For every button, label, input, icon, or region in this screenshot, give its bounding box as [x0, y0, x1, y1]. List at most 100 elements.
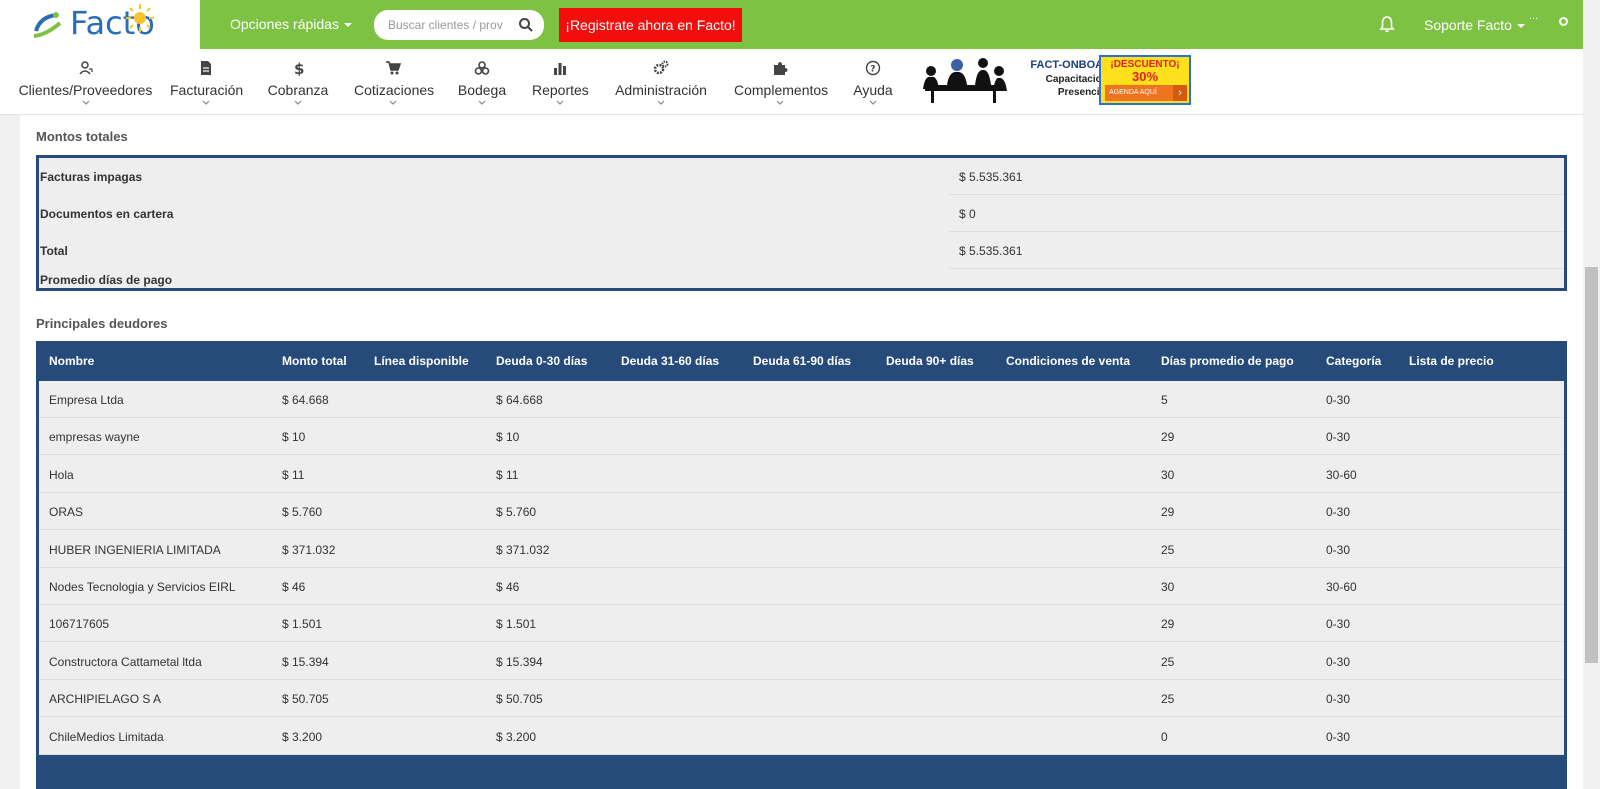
totals-row: Total $ 5.535.361: [39, 232, 1564, 269]
user-name: Soporte Facto: [1424, 17, 1512, 33]
table-cell-cat: 0-30: [1326, 505, 1351, 520]
table-cell-cat: 0-30: [1326, 729, 1351, 744]
totals-label: Facturas impagas: [40, 170, 143, 184]
nav-label: Bodega: [457, 82, 507, 98]
column-header[interactable]: Deuda 61-90 días: [753, 354, 851, 368]
totals-value: $ 5.535.361: [959, 244, 1023, 258]
debtors-table: Nombre Monto total Línea disponible Deud…: [36, 341, 1567, 789]
table-cell-nombre[interactable]: Hola: [49, 468, 74, 482]
table-cell-monto: $ 15.394: [282, 654, 329, 669]
column-header[interactable]: Línea disponible: [374, 354, 469, 368]
table-cell-nombre[interactable]: Constructora Cattametal ltda: [49, 655, 202, 669]
table-cell-dias: 0: [1161, 729, 1168, 744]
table-cell-nombre[interactable]: 106717605: [49, 617, 109, 631]
quick-options-dropdown[interactable]: Opciones rápidas: [230, 16, 352, 32]
column-header[interactable]: Lista de precio: [1409, 354, 1494, 368]
top-bar: Facto Opciones rápidas ¡Registrate ahora…: [0, 0, 1583, 49]
caret-down-icon: [343, 23, 352, 28]
table-row: ORAS $ 5.760 $ 5.760 29 0-30: [39, 493, 1564, 531]
register-button[interactable]: ¡Registrate ahora en Facto!: [559, 8, 742, 42]
totals-table: Facturas impagas $ 5.535.361 Documentos …: [36, 155, 1567, 291]
table-cell-monto: $ 5.760: [282, 505, 323, 520]
banner-agenda-button[interactable]: AGENDA AQUÍ: [1105, 85, 1187, 101]
quick-options-label: Opciones rápidas: [230, 16, 339, 32]
table-cell-cat: 0-30: [1326, 393, 1351, 407]
table-cell-d030: $ 15.394: [496, 654, 543, 669]
search-input[interactable]: [388, 16, 508, 34]
user-menu[interactable]: Soporte Facto: [1424, 17, 1525, 33]
search-icon[interactable]: [518, 17, 534, 33]
table-cell-d030: $ 371.032: [496, 542, 550, 557]
meeting-people-illustration: [923, 58, 1007, 103]
table-cell-nombre[interactable]: ChileMedios Limitada: [49, 730, 164, 744]
table-cell-dias: 29: [1161, 505, 1175, 520]
nav-label: Administración: [615, 82, 707, 98]
puzzle-icon: [774, 62, 788, 75]
totals-value: $ 0: [959, 207, 976, 221]
avatar[interactable]: ...: [1529, 10, 1557, 24]
column-header[interactable]: Deuda 90+ días: [886, 354, 974, 368]
nav-clientes-proveedores[interactable]: Clientes/Proveedores: [15, 49, 156, 115]
bell-icon[interactable]: [1379, 15, 1395, 33]
nav-bodega[interactable]: Bodega: [457, 49, 507, 115]
scrollbar-thumb[interactable]: [1585, 267, 1598, 663]
totals-title: Montos totales: [36, 129, 128, 144]
onboard-promo-banner[interactable]: FACT-ONBOARD Capacitaciones Presenciales…: [913, 53, 1194, 107]
nav-reportes[interactable]: Reportes: [532, 49, 589, 115]
logo[interactable]: Facto: [0, 0, 200, 49]
totals-value-cell: $ 5.535.361: [949, 232, 1564, 269]
vertical-scrollbar[interactable]: [1583, 0, 1600, 789]
boxes-icon: [474, 61, 490, 75]
table-cell-dias: 25: [1161, 542, 1175, 557]
table-cell-monto: $ 46: [282, 580, 306, 594]
table-cell-nombre[interactable]: ORAS: [49, 505, 83, 519]
svg-text:$: $: [294, 60, 304, 76]
column-header[interactable]: Días promedio de pago: [1161, 354, 1294, 368]
table-cell-d030: $ 64.668: [496, 393, 543, 407]
table-cell-d030: $ 10: [496, 430, 520, 445]
nav-complementos[interactable]: Complementos: [734, 49, 828, 115]
table-cell-cat: 0-30: [1326, 654, 1351, 669]
table-cell-monto: $ 64.668: [282, 393, 329, 407]
document-icon: [201, 61, 211, 75]
column-header[interactable]: Categoría: [1326, 354, 1381, 368]
cart-icon: [386, 61, 401, 75]
table-row: HUBER INGENIERIA LIMITADA $ 371.032 $ 371.…: [39, 531, 1564, 568]
nav-ayuda[interactable]: ? Ayuda: [853, 49, 893, 115]
table-cell-nombre[interactable]: empresas wayne: [49, 430, 140, 444]
nav-cotizaciones[interactable]: Cotizaciones: [354, 49, 434, 115]
bar-chart-icon: [554, 63, 566, 75]
nav-label: Facturación: [170, 82, 244, 98]
table-cell-nombre[interactable]: ARCHIPIELAGO S A: [49, 692, 161, 706]
nav-facturacion[interactable]: Facturación: [170, 49, 244, 115]
nav-administracion[interactable]: Administración: [614, 49, 708, 115]
column-header[interactable]: Deuda 0-30 días: [496, 354, 587, 368]
nav-cobranza[interactable]: $ Cobranza: [267, 49, 329, 115]
search-box: [374, 10, 544, 40]
nav-label: Reportes: [532, 82, 589, 98]
table-cell-nombre[interactable]: Empresa Ltda: [49, 393, 124, 407]
chevron-down-icon: [657, 100, 665, 105]
caret-down-icon: [1516, 24, 1525, 29]
table-row: ARCHIPIELAGO S A $ 50.705 $ 50.705 25 0-30: [39, 680, 1564, 718]
totals-row: Facturas impagas $ 5.535.361: [39, 158, 1564, 195]
table-cell-nombre[interactable]: Nodes Tecnologia y Servicios EIRL: [49, 580, 236, 594]
table-cell-d030: $ 3.200: [496, 729, 537, 744]
chevron-down-icon: [202, 100, 210, 105]
column-header[interactable]: Monto total: [282, 354, 347, 368]
chevron-down-icon: [556, 100, 564, 105]
nav-label: Ayuda: [853, 82, 893, 98]
table-row: Constructora Cattametal ltda $ 15.394 $ 15…: [39, 643, 1564, 680]
table-cell-d030: $ 46: [496, 580, 520, 594]
column-header[interactable]: Nombre: [49, 354, 94, 368]
column-header[interactable]: Condiciones de venta: [1006, 354, 1130, 368]
chevron-down-icon: [776, 100, 784, 105]
table-row: ChileMedios Limitada $ 3.200 $ 3.200 0 0-30: [39, 718, 1564, 755]
column-header[interactable]: Deuda 31-60 días: [621, 354, 719, 368]
main-content: Montos totales Facturas impagas $ 5.535.…: [20, 115, 1583, 789]
nav-label: Cobranza: [267, 82, 329, 98]
totals-label: Total: [40, 244, 68, 258]
gears-icon: [653, 60, 669, 75]
chevron-down-icon: [82, 100, 89, 105]
table-cell-nombre[interactable]: HUBER INGENIERIA LIMITADA: [49, 543, 221, 557]
